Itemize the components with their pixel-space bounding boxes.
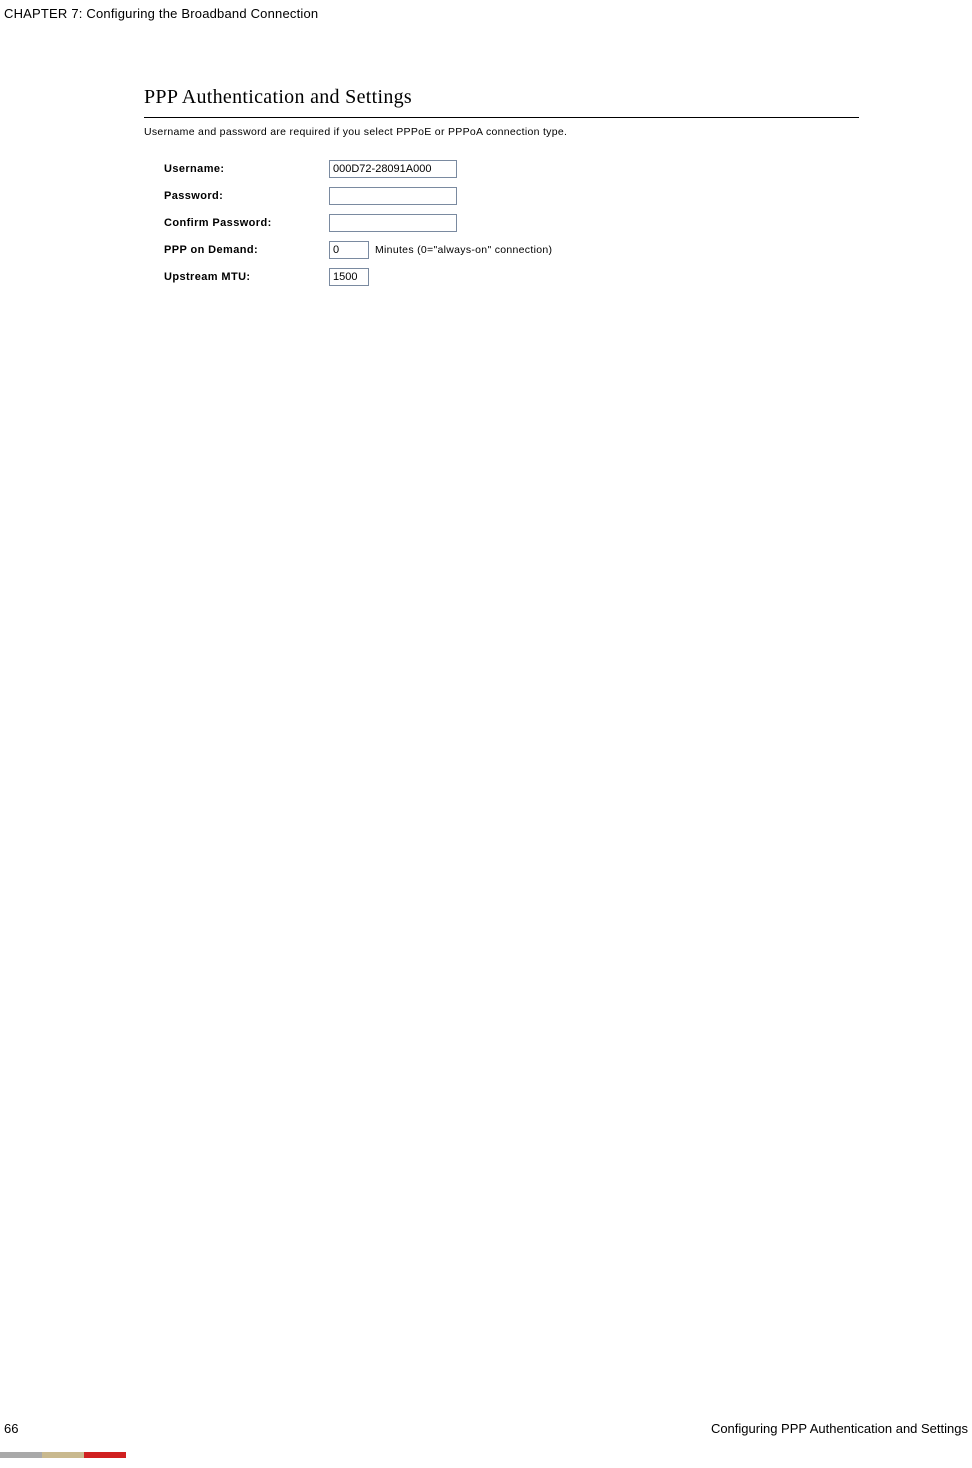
row-username: Username: bbox=[144, 160, 859, 178]
page-footer: 66 Configuring PPP Authentication and Se… bbox=[4, 1421, 968, 1436]
panel-subtitle: Username and password are required if yo… bbox=[144, 126, 859, 138]
password-label: Password: bbox=[164, 190, 329, 202]
upstream-mtu-label: Upstream MTU: bbox=[164, 271, 329, 283]
upstream-mtu-input[interactable] bbox=[329, 268, 369, 286]
row-confirm-password: Confirm Password: bbox=[144, 214, 859, 232]
ppp-on-demand-label: PPP on Demand: bbox=[164, 244, 329, 256]
page-number: 66 bbox=[4, 1421, 18, 1436]
title-rule bbox=[144, 117, 859, 118]
bar-red bbox=[84, 1452, 126, 1458]
username-input[interactable] bbox=[329, 160, 457, 178]
bar-grey bbox=[0, 1452, 42, 1458]
bar-tan bbox=[42, 1452, 84, 1458]
panel-title: PPP Authentication and Settings bbox=[144, 86, 859, 115]
password-input[interactable] bbox=[329, 187, 457, 205]
chapter-header: CHAPTER 7: Configuring the Broadband Con… bbox=[4, 6, 318, 21]
ppp-on-demand-hint: Minutes (0="always-on" connection) bbox=[375, 244, 552, 256]
row-upstream-mtu: Upstream MTU: bbox=[144, 268, 859, 286]
confirm-password-input[interactable] bbox=[329, 214, 457, 232]
footer-color-bar bbox=[0, 1452, 126, 1458]
footer-section-title: Configuring PPP Authentication and Setti… bbox=[711, 1421, 968, 1436]
row-password: Password: bbox=[144, 187, 859, 205]
username-label: Username: bbox=[164, 163, 329, 175]
confirm-password-label: Confirm Password: bbox=[164, 217, 329, 229]
ppp-settings-panel: PPP Authentication and Settings Username… bbox=[144, 86, 859, 295]
ppp-on-demand-input[interactable] bbox=[329, 241, 369, 259]
row-ppp-on-demand: PPP on Demand: Minutes (0="always-on" co… bbox=[144, 241, 859, 259]
